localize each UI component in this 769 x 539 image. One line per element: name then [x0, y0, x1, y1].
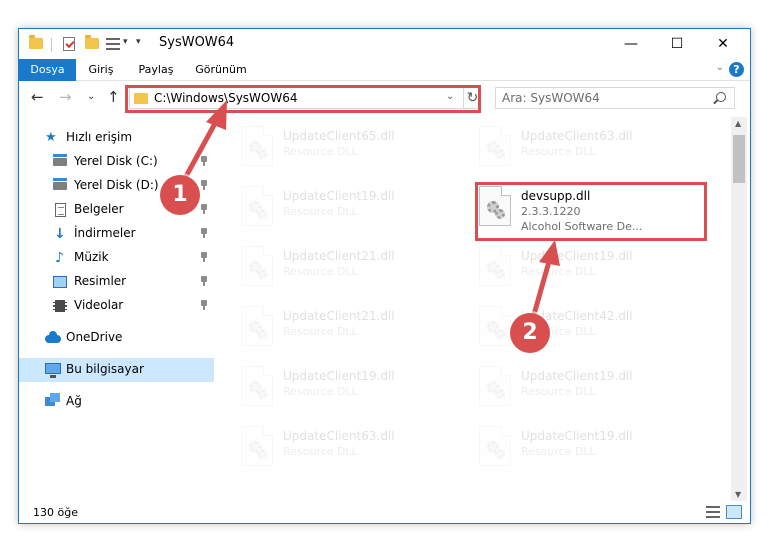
arrow-1-shaft: [181, 116, 221, 182]
step-badge-2: 2: [510, 313, 550, 353]
arrow-2-shaft: [530, 257, 553, 319]
arrow-1-head: [206, 100, 227, 130]
step-badge-1: 1: [160, 175, 200, 215]
annotation-arrows: [181, 100, 560, 319]
arrow-2-head: [539, 240, 560, 266]
